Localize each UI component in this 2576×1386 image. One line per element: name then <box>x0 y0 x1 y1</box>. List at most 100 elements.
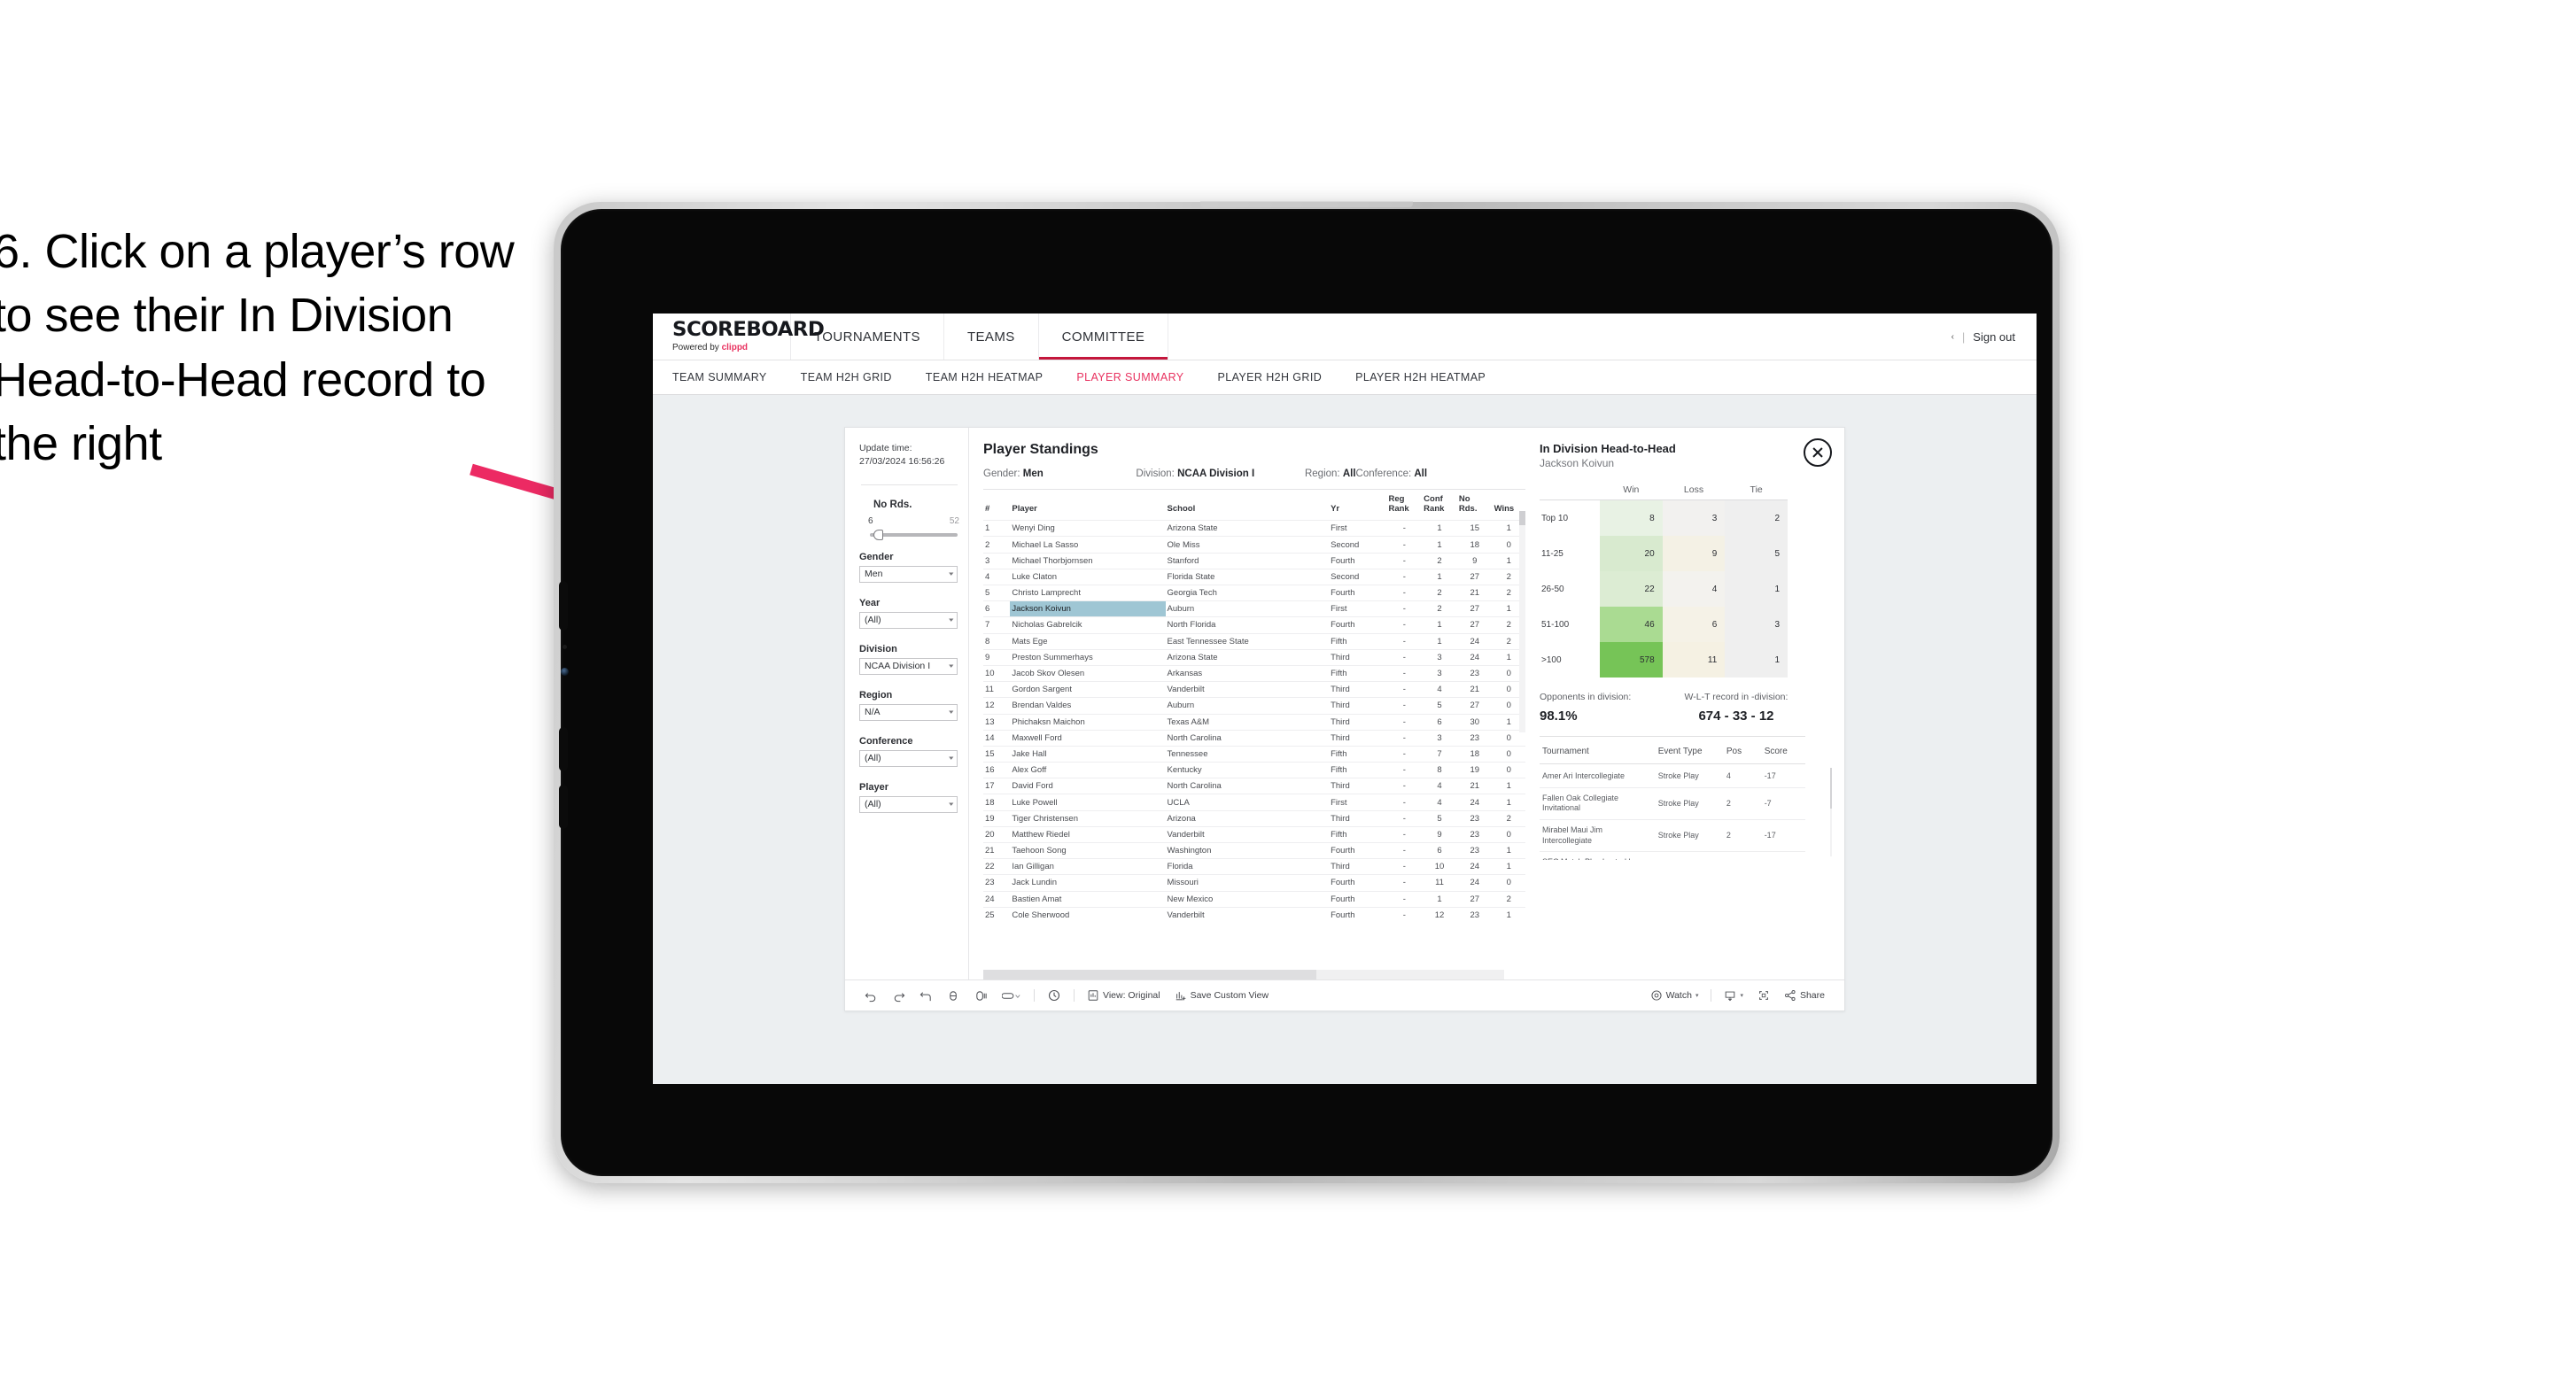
h2h-cell-win[interactable]: 8 <box>1600 499 1663 536</box>
table-row[interactable]: 10 Jacob Skov Olesen Arkansas Fifth -3 23 0 <box>983 664 1525 682</box>
tablet-button-volume-up[interactable] <box>559 581 568 631</box>
table-row[interactable]: 20 Matthew Riedel Vanderbilt Fifth -9 23 0 <box>983 825 1525 843</box>
h2h-cell-loss[interactable]: 6 <box>1662 607 1726 642</box>
scrollbar-thumb[interactable] <box>1830 768 1832 809</box>
tab-team-summary[interactable]: TEAM SUMMARY <box>672 371 787 383</box>
table-row[interactable]: 14 Maxwell Ford North Carolina Third -3 23 0 <box>983 729 1525 747</box>
filter-gender-select[interactable]: Men ▾ <box>859 565 958 583</box>
h2h-cell-tie[interactable]: 5 <box>1725 536 1788 571</box>
filter-division-select[interactable]: NCAA Division I ▾ <box>859 657 958 675</box>
refresh-button[interactable] <box>940 989 967 1003</box>
table-row[interactable]: 17 David Ford North Carolina Third -4 21 1 <box>983 778 1525 794</box>
primary-nav: TOURNAMENTS TEAMS COMMITTEE <box>790 314 1169 360</box>
filter-conference-select[interactable]: (All) ▾ <box>859 749 958 767</box>
tab-player-summary[interactable]: PLAYER SUMMARY <box>1076 371 1203 383</box>
col-reg-rank[interactable]: Reg Rank <box>1386 490 1422 520</box>
table-row[interactable]: 13 Phichaksn Maichon Texas A&M Third -6 30 1 <box>983 713 1525 731</box>
table-row[interactable]: 23 Jack Lundin Missouri Fourth -11 24 0 <box>983 874 1525 892</box>
table-row[interactable]: 4 Luke Claton Florida State Second -1 27 2 <box>983 568 1525 585</box>
view-original-button[interactable]: View: Original <box>1080 989 1168 1002</box>
col-school[interactable]: School <box>1166 490 1330 520</box>
table-row[interactable]: 1 Wenyi Ding Arizona State First -1 15 1 <box>983 520 1525 537</box>
h2h-cell-loss[interactable]: 9 <box>1662 536 1726 571</box>
h2h-cell-loss[interactable]: 11 <box>1662 642 1726 678</box>
h2h-cell-loss[interactable]: 4 <box>1662 571 1726 607</box>
redo-button[interactable] <box>885 989 912 1003</box>
table-row[interactable]: 19 Tiger Christensen Arizona Third -5 23 2 <box>983 809 1525 827</box>
tablet-button-power[interactable] <box>559 785 568 829</box>
table-row[interactable]: 11 Gordon Sargent Vanderbilt Third -4 21 0 <box>983 681 1525 698</box>
col-conf-rank[interactable]: Conf Rank <box>1422 490 1457 520</box>
table-row[interactable]: 24 Bastien Amat New Mexico Fourth -1 27 2 <box>983 890 1525 908</box>
update-time: Update time: 27/03/2024 16:56:26 <box>859 442 968 468</box>
nav-item-teams[interactable]: TEAMS <box>943 314 1038 360</box>
standings-horizontal-scrollbar[interactable] <box>983 970 1504 979</box>
shape-select-button[interactable] <box>995 989 1028 1003</box>
tab-player-h2h-grid[interactable]: PLAYER H2H GRID <box>1218 371 1342 383</box>
col-player[interactable]: Player <box>1010 490 1165 520</box>
pause-button[interactable] <box>967 989 995 1003</box>
filter-player-select[interactable]: (All) ▾ <box>859 795 958 813</box>
nav-item-committee[interactable]: COMMITTEE <box>1037 314 1169 360</box>
cell-conf-rank: 1 <box>1422 536 1457 554</box>
tournament-scroll-region[interactable]: Amer Ari Intercollegiate Stroke Play 4 -17 F… <box>1540 764 1832 860</box>
table-row[interactable]: 9 Preston Summerhays Arizona State Third -3 2… <box>983 648 1525 666</box>
no-rounds-slider-handle[interactable] <box>873 529 883 540</box>
table-row[interactable]: 21 Taehoon Song Washington Fourth -6 23 1 <box>983 841 1525 859</box>
table-row[interactable]: 18 Luke Powell UCLA First -4 24 1 <box>983 794 1525 811</box>
sign-out-link[interactable]: Sign out <box>1973 330 2015 344</box>
col-rank[interactable]: # <box>983 490 1010 520</box>
h2h-cell-loss[interactable]: 3 <box>1662 499 1726 536</box>
tab-team-h2h-grid[interactable]: TEAM H2H GRID <box>801 371 912 383</box>
table-row[interactable]: 16 Alex Goff Kentucky Fifth -8 19 0 <box>983 762 1525 778</box>
share-button[interactable]: Share <box>1777 989 1832 1002</box>
h2h-cell-tie[interactable]: 1 <box>1725 642 1788 678</box>
h2h-cell-win[interactable]: 22 <box>1600 571 1663 607</box>
standings-scroll-region[interactable]: 1 Wenyi Ding Arizona State First -1 15 1 2 Micha… <box>983 520 1525 967</box>
table-row[interactable]: 6 Jackson Koivun Auburn First -2 27 1 <box>983 600 1525 617</box>
chevron-left-icon[interactable]: ‹ <box>1951 332 1954 342</box>
no-rounds-slider-track[interactable] <box>870 529 958 540</box>
col-no-rds[interactable]: No Rds. <box>1457 490 1493 520</box>
filter-region-select[interactable]: N/A ▾ <box>859 703 958 721</box>
tournament-row[interactable]: Mirabel Maui Jim Intercollegiate Stroke P… <box>1540 819 1805 853</box>
h2h-cell-tie[interactable]: 2 <box>1725 499 1788 536</box>
fullscreen-button[interactable] <box>1750 989 1777 1002</box>
h2h-cell-win[interactable]: 20 <box>1600 536 1663 571</box>
tournament-row[interactable]: Fallen Oak Collegiate Invitational Stroke… <box>1540 787 1805 821</box>
standings-vertical-scrollbar[interactable] <box>1519 511 1525 732</box>
pause-auto-updates-button[interactable] <box>1040 988 1068 1003</box>
close-icon[interactable] <box>1804 438 1832 467</box>
col-yr[interactable]: Yr <box>1329 490 1386 520</box>
table-row[interactable]: 3 Michael Thorbjornsen Stanford Fourth -2 9 1 <box>983 552 1525 569</box>
table-row[interactable]: 7 Nicholas Gabrelcik North Florida Fourth -1… <box>983 616 1525 634</box>
table-row[interactable]: 2 Michael La Sasso Ole Miss Second -1 18 0 <box>983 536 1525 554</box>
cell-yr: Third <box>1329 681 1387 698</box>
tab-player-h2h-heatmap[interactable]: PLAYER H2H HEATMAP <box>1355 371 1505 383</box>
filter-year-select[interactable]: (All) ▾ <box>859 611 958 629</box>
summary-region-label: Region: <box>1304 468 1340 479</box>
h2h-cell-tie[interactable]: 3 <box>1725 607 1788 642</box>
app-logo[interactable]: SCOREBOARD Powered by clippd <box>653 314 825 360</box>
undo-button[interactable] <box>857 989 885 1003</box>
h2h-cell-tie[interactable]: 1 <box>1725 571 1788 607</box>
save-custom-view-button[interactable]: Save Custom View <box>1168 989 1276 1002</box>
scrollbar-thumb[interactable] <box>1519 511 1525 525</box>
table-row[interactable]: 5 Christo Lamprecht Georgia Tech Fourth -2 21… <box>983 584 1525 601</box>
tablet-button-volume-down[interactable] <box>559 727 568 771</box>
revert-button[interactable] <box>912 989 940 1003</box>
h2h-cell-win[interactable]: 46 <box>1600 607 1663 642</box>
scrollbar-thumb[interactable] <box>983 970 1316 979</box>
download-button[interactable]: ▾ <box>1717 989 1750 1002</box>
table-row[interactable]: 22 Ian Gilligan Florida Third -10 24 1 <box>983 858 1525 875</box>
tab-team-h2h-heatmap[interactable]: TEAM H2H HEATMAP <box>926 371 1063 383</box>
tournament-row[interactable]: Amer Ari Intercollegiate Stroke Play 4 -17 <box>1540 766 1805 788</box>
cell-yr: Third <box>1329 697 1387 714</box>
watch-button[interactable]: Watch ▾ <box>1643 989 1706 1002</box>
table-row[interactable]: 25 Cole Sherwood Vanderbilt Fourth -12 23 1 <box>983 906 1525 923</box>
h2h-cell-win[interactable]: 578 <box>1600 642 1663 678</box>
table-row[interactable]: 12 Brendan Valdes Auburn Third -5 27 0 <box>983 697 1525 714</box>
table-row[interactable]: 15 Jake Hall Tennessee Fifth -7 18 0 <box>983 745 1525 763</box>
tournament-row[interactable]: SEC Match Play hosted by Jerry Pate Roun… <box>1540 851 1805 860</box>
table-row[interactable]: 8 Mats Ege East Tennessee State Fifth -1 24 2 <box>983 632 1525 650</box>
